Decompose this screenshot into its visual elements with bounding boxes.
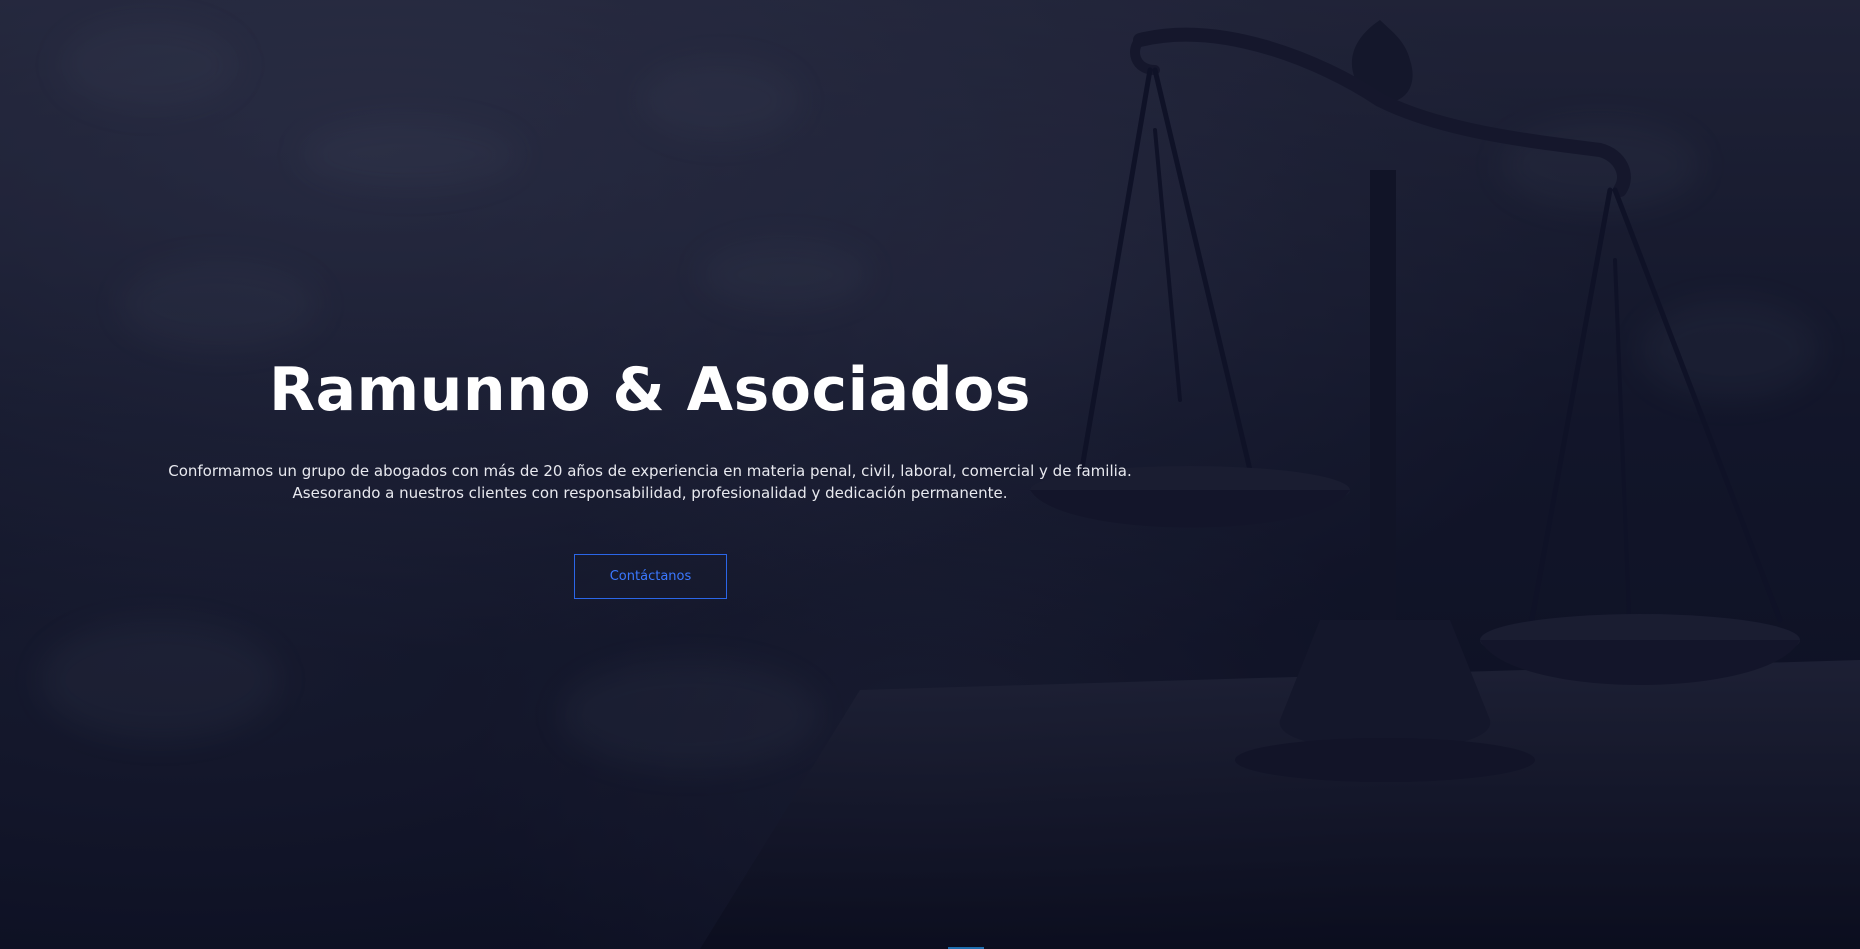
hero-content: Ramunno & Asociados Conformamos un grupo… (0, 0, 1300, 949)
hero-section: Ramunno & Asociados Conformamos un grupo… (0, 0, 1860, 949)
hero-description: Conformamos un grupo de abogados con más… (0, 460, 1300, 504)
hero-description-line: Asesorando a nuestros clientes con respo… (292, 484, 1008, 502)
hero-description-line: Conformamos un grupo de abogados con más… (168, 462, 1132, 480)
hero-title: Ramunno & Asociados (268, 355, 1032, 425)
contact-button[interactable]: Contáctanos (574, 554, 727, 599)
